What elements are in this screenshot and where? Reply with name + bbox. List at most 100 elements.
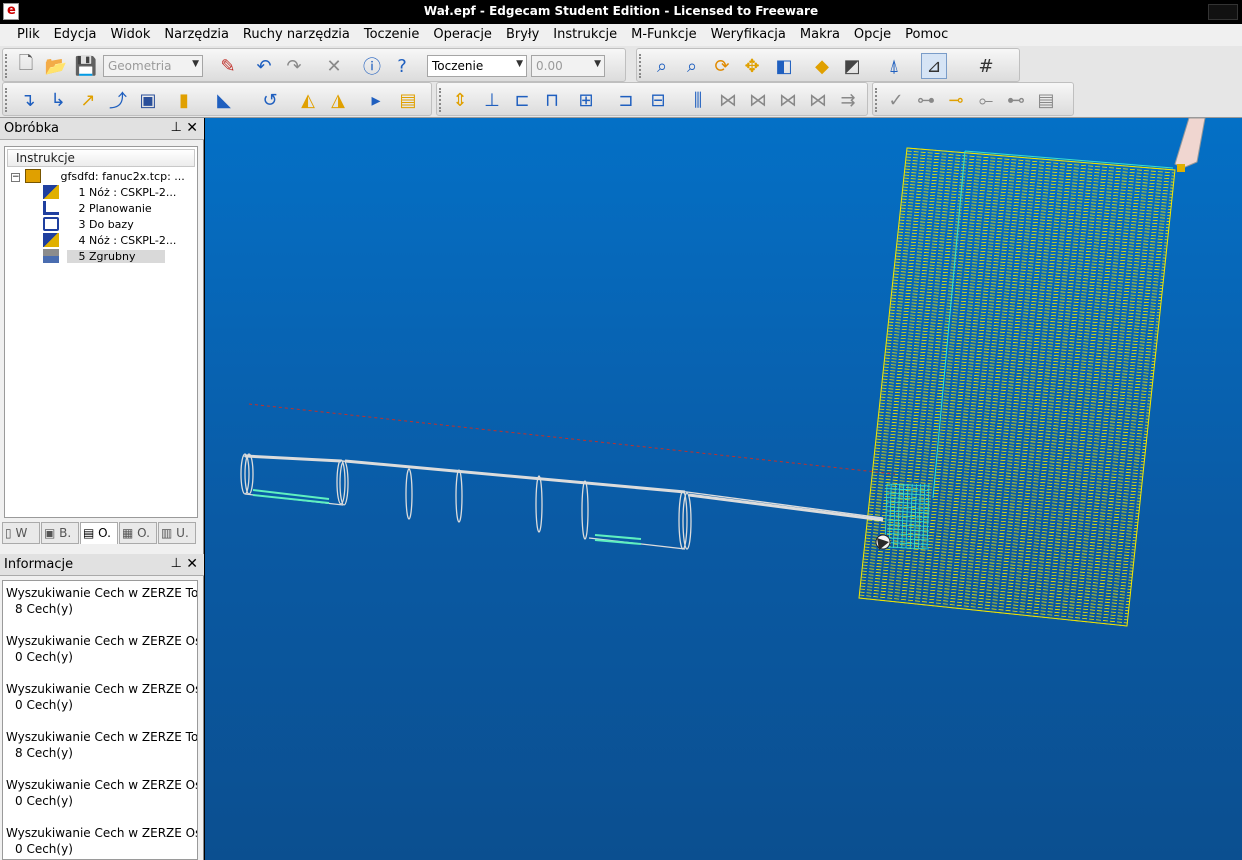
feed-move-icon[interactable]: ↳: [45, 87, 71, 113]
menu-operacje[interactable]: Operacje: [426, 24, 499, 46]
tree-item-label: 5 Zgrubny: [66, 250, 166, 263]
menu-toczenie[interactable]: Toczenie: [357, 24, 427, 46]
menu-instrukcje[interactable]: Instrukcje: [546, 24, 624, 46]
toolbar-grip[interactable]: [5, 54, 8, 78]
redo-icon[interactable]: ↷: [281, 53, 307, 79]
tab-b[interactable]: ▣ B.: [41, 522, 79, 544]
delete-icon[interactable]: ✕: [321, 53, 347, 79]
stock-boundary: [964, 150, 1174, 169]
profile-cycle-icon[interactable]: ⊏: [509, 87, 535, 113]
rotate-view-icon[interactable]: ⟳: [709, 53, 735, 79]
menu-makra[interactable]: Makra: [793, 24, 847, 46]
move-icon[interactable]: ⋈: [715, 87, 741, 113]
zoom-dynamic-icon[interactable]: ⌕: [679, 53, 705, 79]
drill-cycle-icon[interactable]: ⊟: [645, 87, 671, 113]
face-cycle-icon[interactable]: ⇕: [447, 87, 473, 113]
value-combo[interactable]: 0.00 ▼: [531, 55, 605, 77]
sequence-branch-icon[interactable]: ⊷: [1003, 87, 1029, 113]
menu-opcje[interactable]: Opcje: [847, 24, 898, 46]
move-home-icon[interactable]: ⤴: [105, 87, 131, 113]
info-log[interactable]: Wyszukiwanie Cech w ZERZE Toc 8 Cech(y) …: [2, 580, 198, 860]
part-off-icon[interactable]: ⫼: [685, 87, 711, 113]
close-icon[interactable]: ✕: [186, 556, 198, 572]
pan-icon[interactable]: ✥: [739, 53, 765, 79]
pin-icon[interactable]: ⊥: [171, 556, 182, 571]
menu-narzedzia[interactable]: Narzędzia: [157, 24, 236, 46]
mode-combo[interactable]: Toczenie ▼: [427, 55, 527, 77]
mirror-icon[interactable]: ⋈: [745, 87, 771, 113]
stock-icon[interactable]: ◮: [325, 87, 351, 113]
array-icon[interactable]: ⇉: [835, 87, 861, 113]
menu-ruchy-narzedzia[interactable]: Ruchy narzędzia: [236, 24, 357, 46]
new-file-icon[interactable]: 🗋: [13, 53, 39, 79]
tree-column-header[interactable]: Instrukcje: [7, 149, 195, 167]
grid-icon[interactable]: #: [973, 53, 999, 79]
tree-item-2[interactable]: 2 Planowanie: [43, 201, 152, 217]
nc-code-icon[interactable]: ▤: [395, 87, 421, 113]
cpl-icon[interactable]: ⊿: [921, 53, 947, 79]
turning-toolbar: ↴ ↳ ↗ ⤴ ▣ ▮ ◣ ↺ ◭ ◮ ▸ ▤: [2, 82, 432, 116]
help-icon[interactable]: ?: [389, 53, 415, 79]
tree-item-3[interactable]: 3 Do bazy: [43, 217, 134, 233]
tree-item-5[interactable]: 5 Zgrubny: [43, 249, 166, 265]
tree-root[interactable]: gfsdfd: fanuc2x.tcp: ...: [25, 169, 185, 185]
tool-path-icon[interactable]: ↗: [75, 87, 101, 113]
drill-tool-icon[interactable]: ▮: [171, 87, 197, 113]
undo-icon[interactable]: ↶: [251, 53, 277, 79]
tab-u[interactable]: ▥ U.: [158, 522, 196, 544]
rapid-move-icon[interactable]: ↴: [15, 87, 41, 113]
groove-cycle-icon[interactable]: ⊓: [539, 87, 565, 113]
toolbar-grip[interactable]: [5, 88, 8, 112]
menu-weryfikacja[interactable]: Weryfikacja: [704, 24, 793, 46]
part-icon[interactable]: ◭: [295, 87, 321, 113]
menu-pomoc[interactable]: Pomoc: [898, 24, 955, 46]
tree-item-label: 2 Planowanie: [78, 202, 152, 215]
transform-icon[interactable]: ⋈: [775, 87, 801, 113]
left-panel: Obróbka ⊥ ✕ Instrukcje − gfsdfd: fanuc2x…: [0, 118, 204, 860]
sequence-prev-icon[interactable]: ⟜: [973, 87, 999, 113]
thread-cycle-icon[interactable]: ⊞: [573, 87, 599, 113]
toolbar-grip[interactable]: [439, 88, 442, 112]
open-folder-icon[interactable]: 📂: [43, 53, 69, 79]
view-cube-icon[interactable]: ◧: [771, 53, 797, 79]
sequence-icon[interactable]: ⊶: [913, 87, 939, 113]
index-icon[interactable]: ↺: [257, 87, 283, 113]
graphics-viewport[interactable]: [205, 118, 1242, 860]
pin-icon[interactable]: ⊥: [171, 120, 182, 135]
workplane-icon[interactable]: ⍋: [881, 53, 907, 79]
layer-combo[interactable]: Geometria ▼: [103, 55, 203, 77]
info-icon[interactable]: ⓘ: [359, 53, 385, 79]
toolpath-passes: [858, 147, 1176, 627]
toolbar-grip[interactable]: [875, 88, 878, 112]
rough-cycle-icon[interactable]: ⊥: [479, 87, 505, 113]
tree-item-1[interactable]: 1 Nóż : CSKPL-2...: [43, 185, 176, 201]
menu-bryly[interactable]: Bryły: [499, 24, 546, 46]
tab-o[interactable]: ▦ O.: [119, 522, 157, 544]
cad-scene[interactable]: [205, 118, 1242, 860]
eraser-icon[interactable]: ✎: [215, 53, 241, 79]
sequence-next-icon[interactable]: ⊸: [943, 87, 969, 113]
shaded-view-icon[interactable]: ◩: [839, 53, 865, 79]
collapse-icon[interactable]: −: [11, 173, 20, 182]
close-icon[interactable]: ✕: [186, 120, 198, 136]
toolbar-grip[interactable]: [639, 54, 642, 78]
sequence-list-icon[interactable]: ▤: [1033, 87, 1059, 113]
menu-plik[interactable]: Plik: [10, 24, 47, 46]
tool-store-icon[interactable]: ▣: [135, 87, 161, 113]
window-control-buttons[interactable]: [1208, 4, 1238, 20]
tab-w[interactable]: ▯ W: [2, 522, 40, 544]
turn-tool-icon[interactable]: ◣: [211, 87, 237, 113]
copy-icon[interactable]: ⋈: [805, 87, 831, 113]
menu-widok[interactable]: Widok: [103, 24, 157, 46]
check-icon[interactable]: ✓: [883, 87, 909, 113]
toolpath: [858, 147, 1176, 627]
solid-view-icon[interactable]: ◆: [809, 53, 835, 79]
menu-m-funkcje[interactable]: M-Funkcje: [624, 24, 703, 46]
tab-o-active[interactable]: ▤ O.: [80, 522, 118, 544]
nc-output-icon[interactable]: ▸: [363, 87, 389, 113]
menu-edycja[interactable]: Edycja: [47, 24, 104, 46]
tree-item-4[interactable]: 4 Nóż : CSKPL-2...: [43, 233, 176, 249]
zoom-window-icon[interactable]: ⌕: [649, 53, 675, 79]
bore-cycle-icon[interactable]: ⊐: [613, 87, 639, 113]
save-icon[interactable]: 💾: [73, 53, 99, 79]
